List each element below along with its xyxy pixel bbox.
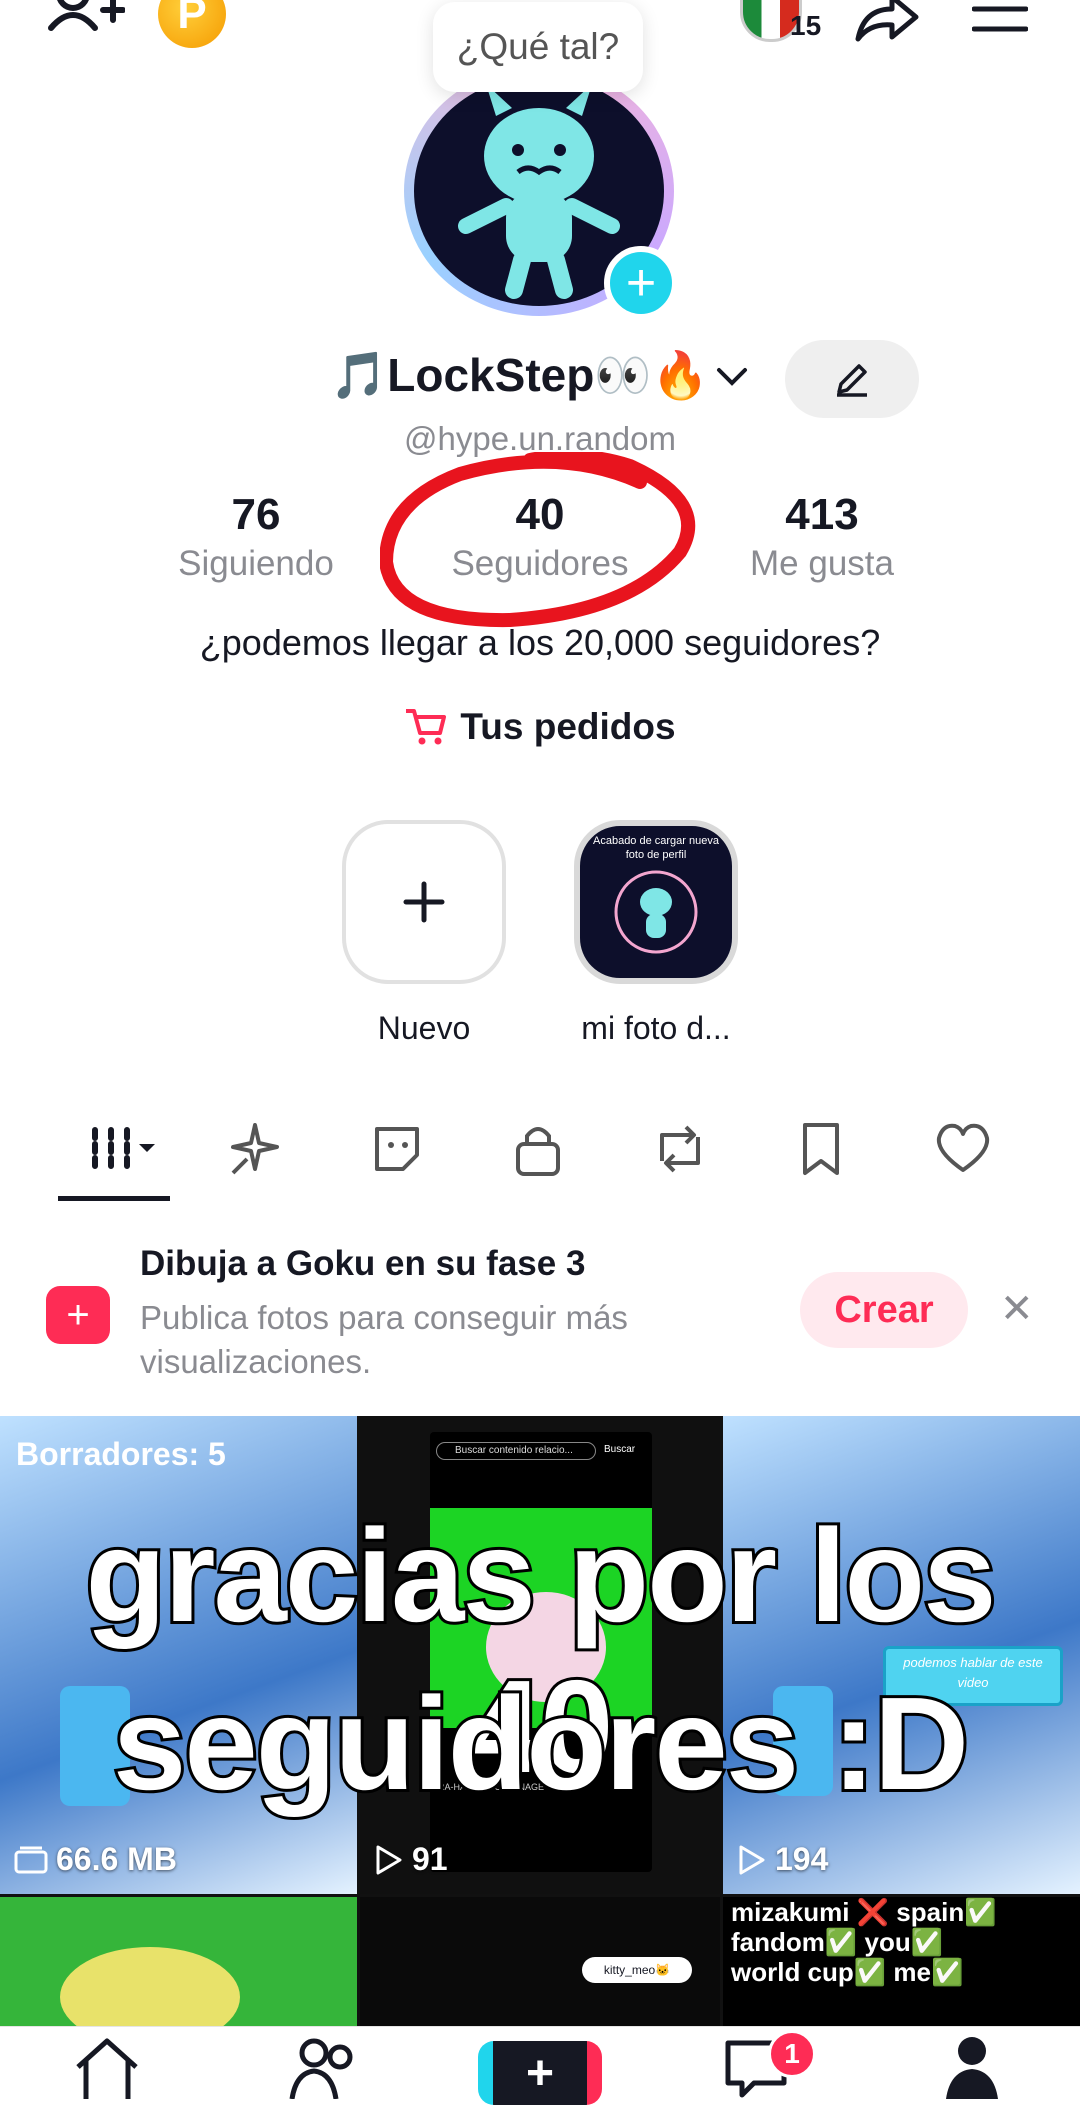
- menu-icon[interactable]: [970, 4, 1030, 34]
- tab-saved[interactable]: [771, 1110, 871, 1188]
- meme-line-1: mizakumi ❌ spain✅: [731, 1897, 997, 1927]
- new-highlight-button[interactable]: [342, 820, 506, 984]
- add-friend-icon[interactable]: [40, 0, 130, 48]
- highlight-profile-photo[interactable]: Acabado de cargar nueva foto de perfil: [574, 820, 738, 984]
- tab-stickers[interactable]: [347, 1110, 447, 1188]
- notification-count: 15: [790, 10, 822, 41]
- friends-icon[interactable]: [288, 2033, 362, 2104]
- folder-icon: [14, 1846, 48, 1873]
- heart-icon: [936, 1123, 990, 1172]
- create-button[interactable]: Crear: [800, 1272, 968, 1348]
- cart-icon: [406, 709, 447, 745]
- home-icon[interactable]: [72, 2033, 142, 2104]
- repost-icon: [660, 1125, 700, 1173]
- following-count: 76: [231, 490, 281, 539]
- video-cell-6[interactable]: mizakumi ❌ spain✅ fandom✅ you✅ world cup…: [723, 1897, 1080, 2026]
- draft-size: 66.6 MB: [14, 1841, 177, 1878]
- video-cell-5[interactable]: kitty_meo🐱: [360, 1897, 720, 2026]
- active-tab-indicator: [58, 1196, 170, 1201]
- video-cell-4[interactable]: [0, 1897, 357, 2026]
- inbox-badge: 1: [768, 2030, 816, 2078]
- banner-title: Dibuja a Goku en su fase 3: [140, 1244, 586, 1283]
- display-name[interactable]: 🎵LockStep👀🔥: [330, 348, 749, 403]
- banner-description: Publica fotos para conseguir más visuali…: [140, 1299, 628, 1380]
- view-count-3-text: 194: [775, 1841, 829, 1877]
- chevron-down-icon[interactable]: [715, 364, 749, 388]
- view-count-3: 194: [737, 1841, 828, 1878]
- status-bubble-text: ¿Qué tal?: [456, 26, 620, 67]
- likes-count: 413: [785, 490, 859, 539]
- grid-icon: [92, 1127, 155, 1171]
- highlight-avatar-icon: [614, 870, 698, 954]
- tab-reposts[interactable]: [630, 1110, 730, 1188]
- play-icon: [376, 1845, 402, 1874]
- view-count-2: 91: [374, 1841, 448, 1878]
- meme-caption: mizakumi ❌ spain✅ fandom✅ you✅ world cup…: [731, 1897, 997, 1987]
- close-icon[interactable]: ✕: [1000, 1286, 1034, 1332]
- bio-text: ¿podemos llegar a los 20,000 seguidores?: [199, 622, 881, 663]
- yellow-shape: [60, 1947, 240, 2026]
- pencil-icon: [837, 364, 867, 397]
- following-stat[interactable]: 76 Siguiendo: [136, 490, 376, 584]
- suggestion-banner: + Dibuja a Goku en su fase 3 Publica fot…: [0, 1206, 1080, 1416]
- orders-link[interactable]: Tus pedidos: [0, 706, 1080, 748]
- following-label: Siguiendo: [178, 544, 334, 583]
- plus-icon: [403, 881, 445, 923]
- profile-tabs: [0, 1110, 1080, 1207]
- meme-line-2: fandom✅ you✅: [731, 1927, 944, 1957]
- add-photo-button[interactable]: +: [604, 246, 678, 320]
- create-button[interactable]: +: [478, 2041, 602, 2105]
- bottom-navigation: +: [0, 2026, 1080, 2105]
- coin-label: P: [177, 0, 207, 38]
- status-bubble[interactable]: ¿Qué tal?: [433, 2, 643, 92]
- sparkle-icon: [231, 1123, 279, 1175]
- orders-label: Tus pedidos: [460, 706, 676, 747]
- lock-icon: [516, 1127, 560, 1176]
- tab-videos[interactable]: [70, 1110, 170, 1188]
- screenshot-search: Buscar contenido relacio...: [436, 1442, 596, 1460]
- tab-private[interactable]: [488, 1110, 588, 1188]
- tab-sparkle[interactable]: [205, 1110, 305, 1188]
- screenshot-search-button: Buscar: [604, 1444, 636, 1455]
- camera-plus-icon: +: [46, 1286, 110, 1344]
- kitty-tag: kitty_meo🐱: [582, 1957, 692, 1983]
- sticker-icon: [375, 1127, 419, 1171]
- view-count-2-text: 91: [412, 1841, 448, 1877]
- profile-icon[interactable]: [942, 2033, 1002, 2104]
- highlight-thumb-caption: Acabado de cargar nueva foto de perfil: [593, 835, 719, 861]
- coin-icon[interactable]: P: [158, 0, 226, 48]
- meme-line-3: world cup✅ me✅: [731, 1957, 964, 1987]
- display-name-text: 🎵LockStep👀🔥: [330, 349, 709, 401]
- share-icon[interactable]: [852, 0, 922, 44]
- edit-profile-button[interactable]: [785, 340, 919, 418]
- tab-liked[interactable]: [913, 1110, 1013, 1188]
- draft-size-text: 66.6 MB: [56, 1841, 177, 1877]
- likes-stat[interactable]: 413 Me gusta: [702, 490, 942, 584]
- play-icon: [739, 1845, 765, 1874]
- highlight-label-photo: mi foto d...: [581, 1010, 731, 1046]
- likes-label: Me gusta: [750, 544, 894, 583]
- overlay-caption-line-2: seguidores :D: [110, 1667, 972, 1820]
- bookmark-icon: [803, 1123, 839, 1175]
- drafts-label: Borradores: 5: [16, 1436, 226, 1472]
- highlight-label-new: Nuevo: [377, 1010, 471, 1046]
- red-circle-annotation: [380, 452, 696, 628]
